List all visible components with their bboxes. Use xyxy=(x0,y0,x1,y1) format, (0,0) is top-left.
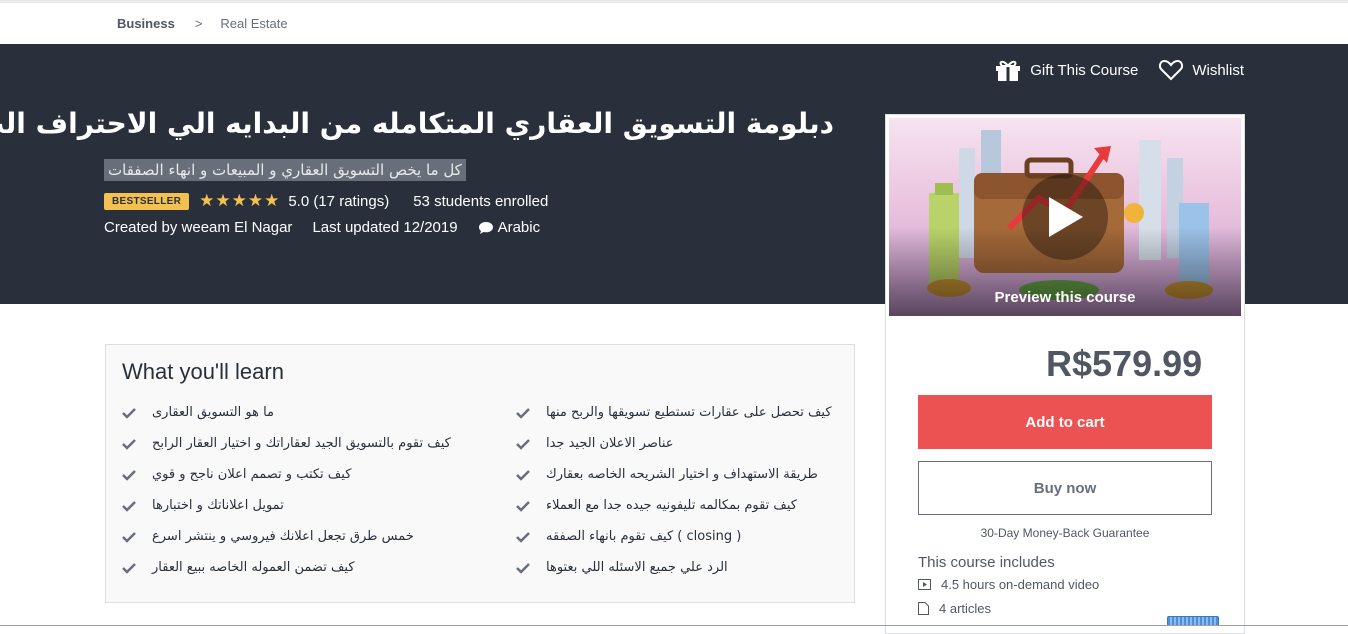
learn-item: خمس طرق تجعل اعلانك فيروسي و ينتشر اسرع xyxy=(122,521,451,552)
checkmark-icon xyxy=(516,469,530,481)
learn-item-text: تمويل اعلاناتك و اختبارها xyxy=(152,498,284,513)
checkmark-icon xyxy=(122,438,136,450)
checkmark-icon xyxy=(516,531,530,543)
checkmark-icon xyxy=(122,469,136,481)
header-actions: Gift This Course Wishlist xyxy=(994,58,1244,82)
purchase-sidebar: Preview this course R$579.99 Add to cart… xyxy=(885,114,1245,634)
created-by[interactable]: Created by weeam El Nagar xyxy=(104,219,292,236)
learn-item-text: الرد علي جميع الاسئله اللي بعتوها xyxy=(546,560,728,575)
star-rating-icon: ★★★★★ xyxy=(199,191,281,210)
speech-bubble-icon xyxy=(478,221,493,234)
subtitle-wrap: كل ما يخص التسويق العقاري و المبيعات و ا… xyxy=(104,159,466,181)
learn-item: كيف تقوم بالتسويق الجيد لعقاراتك و اختيا… xyxy=(122,428,451,459)
play-button[interactable] xyxy=(1022,174,1108,260)
wishlist-label: Wishlist xyxy=(1192,61,1244,79)
checkmark-icon xyxy=(122,531,136,543)
learn-item-text: كيف تحصل على عقارات تستطيع تسويقها والرب… xyxy=(546,405,832,420)
learn-item: كيف تقوم بمكالمه تليفونيه جيده جدا مع ال… xyxy=(516,490,832,521)
language-label: Arabic xyxy=(497,219,541,236)
learn-item-text: عناصر الاعلان الجيد جدا xyxy=(546,436,674,451)
learn-item-text: كيف تقوم بمكالمه تليفونيه جيده جدا مع ال… xyxy=(546,498,797,513)
course-title: دبلومة التسويق العقاري المتكامله من البد… xyxy=(0,107,834,140)
checkmark-icon xyxy=(516,438,530,450)
article-icon xyxy=(918,602,929,615)
what-youll-learn: What you'll learn ما هو التسويق العقارى … xyxy=(105,344,855,603)
language: Arabic xyxy=(478,219,541,236)
learn-title: What you'll learn xyxy=(122,359,284,384)
checkmark-icon xyxy=(122,407,136,419)
checkmark-icon xyxy=(516,407,530,419)
learn-item: ( closing ) كيف تقوم بانهاء الصفقه xyxy=(516,521,832,552)
includes-articles: 4 articles xyxy=(918,601,991,616)
buy-now-button[interactable]: Buy now xyxy=(918,461,1212,515)
includes-title: This course includes xyxy=(918,554,1055,571)
learn-item: طريقة الاستهداف و اختيار الشريحه الخاصه … xyxy=(516,459,832,490)
learn-item-text: ( closing ) كيف تقوم بانهاء الصفقه xyxy=(546,529,742,544)
checkmark-icon xyxy=(516,562,530,574)
learn-item-text: ما هو التسويق العقارى xyxy=(152,405,274,420)
bottom-divider xyxy=(0,625,1348,626)
gift-course-button[interactable]: Gift This Course xyxy=(994,58,1138,82)
course-preview[interactable]: Preview this course xyxy=(889,118,1241,316)
meta-row: Created by weeam El Nagar Last updated 1… xyxy=(104,219,540,236)
gift-label: Gift This Course xyxy=(1030,61,1139,79)
rating-text[interactable]: 5.0 (17 ratings) xyxy=(288,193,389,210)
bestseller-badge: BESTSELLER xyxy=(104,192,190,210)
includes-video-text: 4.5 hours on-demand video xyxy=(941,577,1100,592)
checkmark-icon xyxy=(122,500,136,512)
learn-item-text: كيف تكتب و تصمم اعلان ناجح و قوي xyxy=(152,467,352,482)
course-subtitle: كل ما يخص التسويق العقاري و المبيعات و ا… xyxy=(104,159,466,181)
add-to-cart-button[interactable]: Add to cart xyxy=(918,395,1212,449)
learn-item-text: خمس طرق تجعل اعلانك فيروسي و ينتشر اسرع xyxy=(152,529,414,544)
preview-label: Preview this course xyxy=(994,289,1136,306)
learn-column-left: ما هو التسويق العقارى كيف تقوم بالتسويق … xyxy=(122,397,451,583)
learn-item: كيف تحصل على عقارات تستطيع تسويقها والرب… xyxy=(516,397,832,428)
learn-item: الرد علي جميع الاسئله اللي بعتوها xyxy=(516,552,832,583)
learn-item: عناصر الاعلان الجيد جدا xyxy=(516,428,832,459)
learn-column-right: كيف تحصل على عقارات تستطيع تسويقها والرب… xyxy=(516,397,832,583)
learn-item: كيف تكتب و تصمم اعلان ناجح و قوي xyxy=(122,459,451,490)
rating-row: BESTSELLER ★★★★★ 5.0 (17 ratings) 53 stu… xyxy=(104,191,548,211)
learn-item: تمويل اعلاناتك و اختبارها xyxy=(122,490,451,521)
learn-item-text: كيف تضمن العموله الخاصه ببيع العقار xyxy=(152,560,355,575)
course-price: R$579.99 xyxy=(1046,343,1203,384)
money-back-guarantee: 30-Day Money-Back Guarantee xyxy=(980,526,1150,540)
play-icon xyxy=(1049,197,1083,237)
learn-item-text: طريقة الاستهداف و اختيار الشريحه الخاصه … xyxy=(546,467,818,482)
breadcrumb-business[interactable]: Business xyxy=(117,16,175,31)
breadcrumb: Business > Real Estate xyxy=(0,3,1348,44)
learn-item: كيف تضمن العموله الخاصه ببيع العقار xyxy=(122,552,451,583)
enrolled-count: 53 students enrolled xyxy=(413,192,549,210)
learn-item: ما هو التسويق العقارى xyxy=(122,397,451,428)
checkmark-icon xyxy=(516,500,530,512)
checkmark-icon xyxy=(122,562,136,574)
breadcrumb-separator: > xyxy=(194,16,203,31)
wishlist-button[interactable]: Wishlist xyxy=(1158,59,1244,81)
heart-icon xyxy=(1159,59,1184,81)
gift-icon xyxy=(996,60,1021,81)
breadcrumb-real-estate[interactable]: Real Estate xyxy=(220,16,287,31)
learn-item-text: كيف تقوم بالتسويق الجيد لعقاراتك و اختيا… xyxy=(152,436,451,451)
includes-articles-text: 4 articles xyxy=(939,601,992,616)
last-updated: Last updated 12/2019 xyxy=(312,219,458,236)
video-icon xyxy=(918,579,931,590)
includes-video: 4.5 hours on-demand video xyxy=(918,577,1099,592)
